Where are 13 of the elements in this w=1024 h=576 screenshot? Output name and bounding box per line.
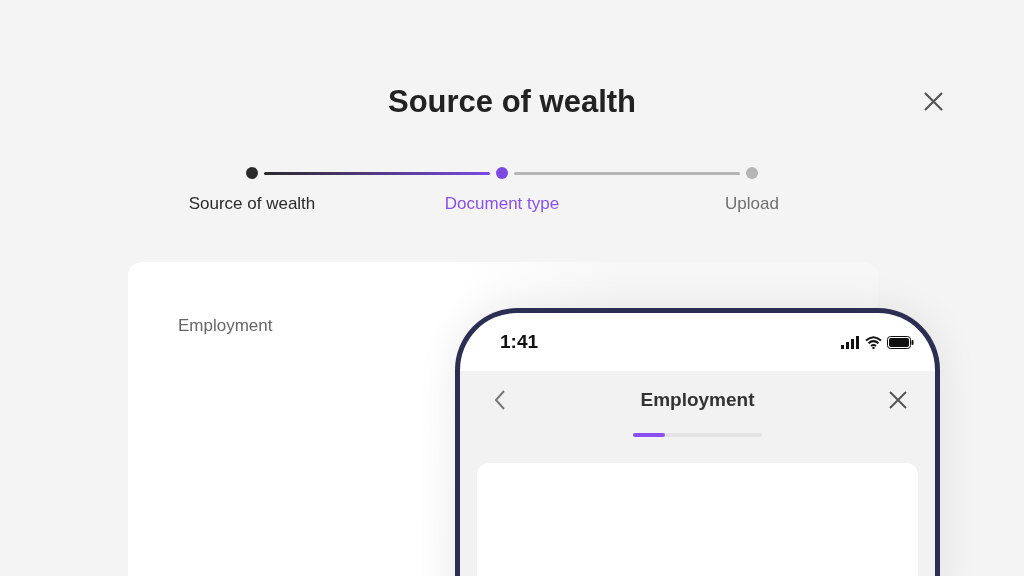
screen-title: Employment bbox=[640, 389, 755, 411]
close-icon[interactable] bbox=[924, 92, 943, 111]
battery-icon bbox=[887, 335, 914, 349]
option-label: Employment bbox=[178, 316, 273, 335]
signal-icon bbox=[841, 335, 860, 349]
wifi-icon bbox=[865, 335, 882, 349]
page-title: Source of wealth bbox=[387, 83, 636, 121]
step-label: Document type bbox=[444, 193, 560, 215]
step-label: Upload bbox=[725, 193, 779, 215]
back-icon[interactable] bbox=[494, 390, 506, 410]
step-label: Source of wealth bbox=[188, 193, 316, 215]
status-time: 1:41 bbox=[500, 331, 539, 353]
close-icon[interactable] bbox=[889, 391, 907, 409]
